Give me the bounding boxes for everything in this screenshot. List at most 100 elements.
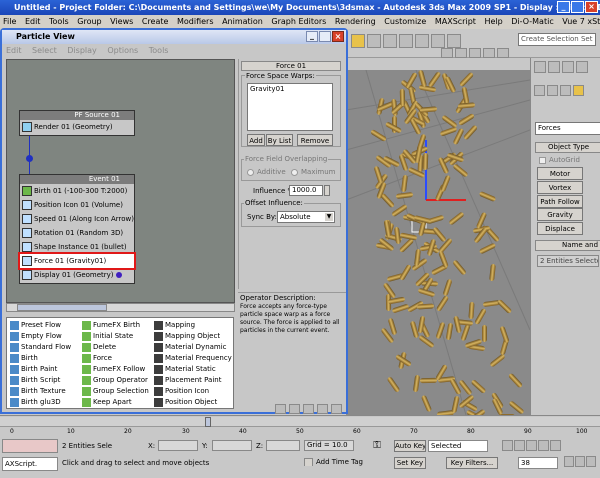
- add-time-tag[interactable]: Add Time Tag: [304, 458, 363, 466]
- layer-manager-icon[interactable]: [441, 48, 453, 58]
- render-setup-icon[interactable]: [483, 48, 495, 58]
- zoom-icon[interactable]: [289, 404, 300, 414]
- maximum-radio[interactable]: Maximum: [291, 168, 336, 176]
- lights-icon[interactable]: [560, 85, 571, 96]
- space-warps-icon[interactable]: [573, 85, 584, 96]
- menu-vue[interactable]: Vue 7 xStream: [562, 17, 600, 26]
- output-socket-icon[interactable]: [26, 155, 33, 162]
- edit-named-selection-icon[interactable]: [415, 34, 429, 48]
- depot-item[interactable]: Keep Apart: [81, 397, 132, 408]
- scrollbar-thumb[interactable]: [17, 304, 107, 311]
- menu-views[interactable]: Views: [110, 17, 133, 26]
- y-coord-field[interactable]: [212, 440, 252, 451]
- key-icon[interactable]: ⚿: [366, 440, 388, 454]
- menu-edit[interactable]: Edit: [25, 17, 41, 26]
- maxscript-listener-top[interactable]: [2, 439, 58, 453]
- depot-item[interactable]: Standard Flow: [9, 342, 71, 353]
- particle-event-canvas[interactable]: PF Source 01 Render 01 (Geometry) Event …: [6, 59, 235, 303]
- menu-customize[interactable]: Customize: [384, 17, 426, 26]
- path-follow-button[interactable]: Path Follow: [537, 195, 583, 208]
- previous-frame-icon[interactable]: [514, 440, 525, 451]
- depot-item[interactable]: Material Dynamic: [153, 342, 227, 353]
- curve-editor-icon[interactable]: [455, 48, 467, 58]
- create-tab-icon[interactable]: [534, 61, 546, 73]
- depot-item[interactable]: Birth glu3D: [9, 397, 61, 408]
- sync-by-dropdown[interactable]: Absolute ▼: [277, 211, 335, 223]
- object-type-rollout[interactable]: Object Type: [535, 142, 600, 153]
- add-button[interactable]: Add: [247, 134, 265, 146]
- by-list-button[interactable]: By List: [266, 134, 293, 146]
- name-color-rollout[interactable]: Name and Co: [535, 240, 600, 251]
- auto-key-button[interactable]: Auto Key: [394, 440, 426, 452]
- go-to-start-icon[interactable]: [502, 440, 513, 451]
- modify-tab-icon[interactable]: [548, 61, 560, 73]
- menu-maxscript[interactable]: MAXScript: [435, 17, 476, 26]
- zoom-region-icon[interactable]: [303, 404, 314, 414]
- pv-menu-select[interactable]: Select: [32, 46, 57, 55]
- pv-menu-display[interactable]: Display: [67, 46, 97, 55]
- pv-menu-options[interactable]: Options: [107, 46, 138, 55]
- depot-item[interactable]: Position Object: [153, 397, 217, 408]
- pan-icon[interactable]: [275, 404, 286, 414]
- pf-source-node[interactable]: PF Source 01 Render 01 (Geometry): [19, 110, 135, 136]
- named-selection-set-dropdown[interactable]: Create Selection Set: [518, 33, 596, 46]
- warp-list-item[interactable]: Gravity01: [248, 84, 332, 94]
- zoom-extents-icon[interactable]: [317, 404, 328, 414]
- key-filters-button[interactable]: Key Filters...: [446, 457, 498, 469]
- x-coord-field[interactable]: [158, 440, 198, 451]
- additive-radio[interactable]: Additive: [247, 168, 286, 176]
- time-slider-track[interactable]: [0, 417, 600, 427]
- orbit-icon[interactable]: [586, 456, 596, 467]
- menu-animation[interactable]: Animation: [222, 17, 263, 26]
- play-icon[interactable]: [526, 440, 537, 451]
- vortex-button[interactable]: Vortex: [537, 181, 583, 194]
- depot-item[interactable]: Group Operator: [81, 375, 148, 386]
- pv-minimize-icon[interactable]: _: [306, 31, 318, 42]
- key-mode-dropdown[interactable]: Selected: [428, 440, 488, 452]
- current-frame-field[interactable]: 38: [518, 457, 558, 469]
- depot-item[interactable]: FumeFX Follow: [81, 364, 145, 375]
- minimize-icon[interactable]: _: [557, 1, 570, 13]
- menu-di-o-matic[interactable]: Di-O-Matic: [511, 17, 553, 26]
- influence-spinner[interactable]: [324, 185, 330, 196]
- set-key-button[interactable]: Set Key: [394, 457, 426, 469]
- gravity-button[interactable]: Gravity: [537, 208, 583, 221]
- depot-item[interactable]: Mapping Object: [153, 331, 220, 342]
- menu-modifiers[interactable]: Modifiers: [177, 17, 214, 26]
- pv-menu-tools[interactable]: Tools: [149, 46, 169, 55]
- maxscript-listener[interactable]: AXScript.: [2, 457, 58, 471]
- align-icon[interactable]: [447, 34, 461, 48]
- menu-group[interactable]: Group: [77, 17, 101, 26]
- operator-speed[interactable]: Speed 01 (Along Icon Arrow): [20, 212, 134, 226]
- depot-item[interactable]: Preset Flow: [9, 320, 61, 331]
- no-zoom-icon[interactable]: [331, 404, 342, 414]
- depot-item[interactable]: Group Selection: [81, 386, 149, 397]
- depot-item[interactable]: FumeFX Birth: [81, 320, 140, 331]
- go-to-end-icon[interactable]: [550, 440, 561, 451]
- z-coord-field[interactable]: [266, 440, 300, 451]
- render-icon[interactable]: [497, 48, 509, 58]
- pv-menu-edit[interactable]: Edit: [6, 46, 22, 55]
- depot-item[interactable]: Birth Script: [9, 375, 60, 386]
- depot-item[interactable]: Birth Paint: [9, 364, 57, 375]
- depot-item[interactable]: Birth Texture: [9, 386, 66, 397]
- perspective-viewport[interactable]: [346, 70, 530, 415]
- motion-tab-icon[interactable]: [576, 61, 588, 73]
- depot-item[interactable]: Material Static: [153, 364, 216, 375]
- snap-toggle-icon[interactable]: [351, 34, 365, 48]
- operator-birth[interactable]: Birth 01 (-100-300 T:2000): [20, 184, 134, 198]
- depot-item[interactable]: Placement Paint: [153, 375, 221, 386]
- material-editor-icon[interactable]: [469, 48, 481, 58]
- depot-item[interactable]: Position Icon: [153, 386, 209, 397]
- geometry-icon[interactable]: [534, 85, 545, 96]
- canvas-horizontal-scrollbar[interactable]: [6, 303, 235, 312]
- next-frame-icon[interactable]: [538, 440, 549, 451]
- operator-rotation[interactable]: Rotation 01 (Random 3D): [20, 226, 134, 240]
- depot-item[interactable]: Material Frequency: [153, 353, 232, 364]
- menu-file[interactable]: File: [3, 17, 16, 26]
- remove-button[interactable]: Remove: [297, 134, 333, 146]
- autogrid-checkbox[interactable]: AutoGrid: [539, 156, 580, 164]
- object-name-field[interactable]: 2 Entities Selected: [537, 255, 599, 267]
- menu-tools[interactable]: Tools: [49, 17, 69, 26]
- depot-item[interactable]: Delete: [81, 342, 116, 353]
